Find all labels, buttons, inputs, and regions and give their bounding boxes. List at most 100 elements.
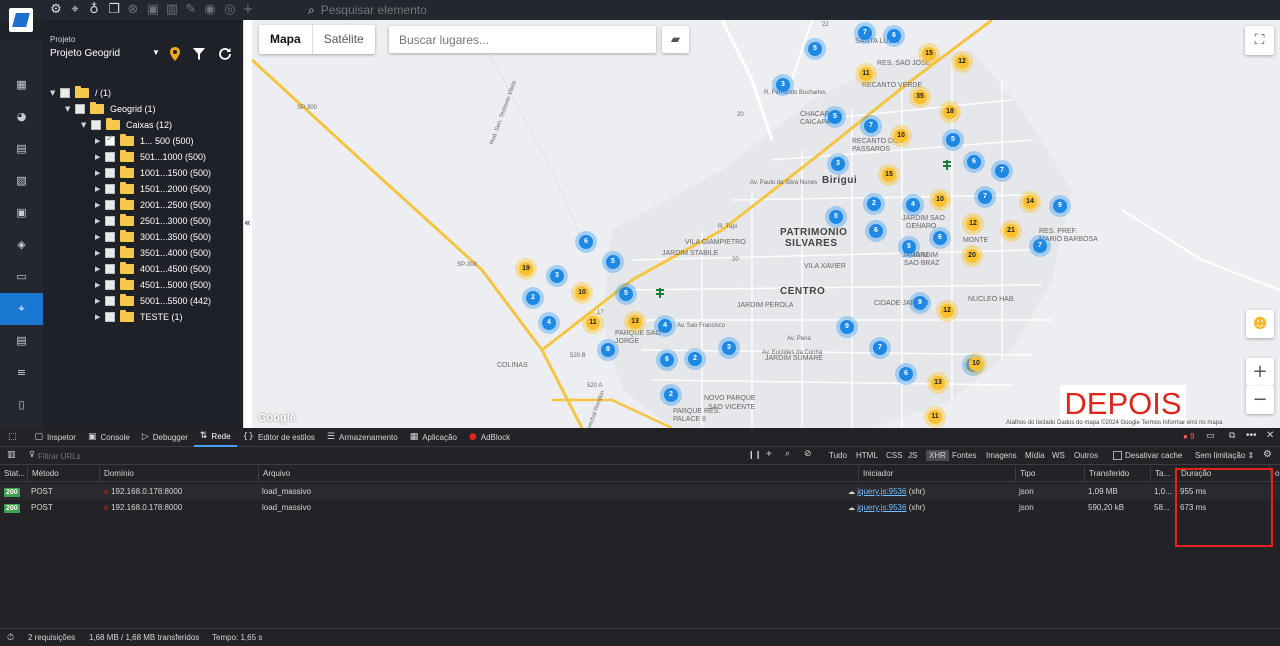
filter-imagens[interactable]: Imagens <box>986 451 1017 460</box>
expand-arrow-icon[interactable]: ▶ <box>95 233 105 241</box>
tab-rede[interactable]: ⇅ Rede <box>193 428 237 447</box>
zoom-out-button[interactable]: − <box>1246 386 1274 414</box>
filter-urls-input[interactable] <box>38 449 338 463</box>
gear-icon[interactable]: ⚙ <box>48 2 64 18</box>
cluster-marker[interactable]: 35 <box>909 86 931 108</box>
tab-satelite[interactable]: Satélite <box>313 25 375 54</box>
tree-checkbox[interactable] <box>105 134 115 146</box>
tree-checkbox[interactable] <box>105 264 115 274</box>
cluster-marker[interactable]: 7 <box>854 22 876 44</box>
expand-arrow-icon[interactable]: ▶ <box>95 313 105 321</box>
cluster-marker[interactable]: 5 <box>804 38 826 60</box>
tree-checkbox[interactable] <box>105 296 115 306</box>
plus-icon[interactable]: + <box>766 449 772 460</box>
error-badge[interactable]: ● 9 <box>1183 432 1195 441</box>
cluster-marker[interactable]: 6 <box>865 220 887 242</box>
tree-node[interactable]: ▶ 2501...3000 (500) <box>95 213 211 229</box>
cluster-marker[interactable]: 21 <box>1000 220 1022 242</box>
server-icon[interactable]: ≡ <box>0 357 43 389</box>
more-options-icon[interactable]: ••• <box>1246 430 1257 441</box>
gear-icon[interactable]: ⚙ <box>1263 449 1272 460</box>
tree-node[interactable]: ▶ 4501...5000 (500) <box>95 277 211 293</box>
cluster-marker[interactable]: 9 <box>836 316 858 338</box>
cluster-marker[interactable]: 12 <box>962 213 984 235</box>
cluster-marker[interactable]: 6 <box>895 363 917 385</box>
cluster-marker[interactable]: 7 <box>1029 235 1051 257</box>
filter-tudo[interactable]: Tudo <box>829 451 847 460</box>
calendar-icon[interactable]: ▣ <box>0 197 43 229</box>
tab-adblock[interactable]: ● AdBlock <box>463 428 516 447</box>
tree-node[interactable]: ▼ Geogrid (1) <box>65 101 156 117</box>
pause-icon[interactable]: ❙❙ <box>748 450 761 459</box>
tree-node[interactable]: ▶ 2001...2500 (500) <box>95 197 211 213</box>
tree-node[interactable]: ▼ Caixas (12) <box>81 117 172 133</box>
expand-arrow-icon[interactable]: ▶ <box>95 169 105 177</box>
location-icon[interactable]: ⌖ <box>0 293 43 325</box>
map-pin-icon[interactable]: ⌖ <box>67 2 83 18</box>
collapse-panel-button[interactable]: « <box>243 20 252 428</box>
cluster-marker[interactable]: 2 <box>522 287 544 309</box>
cluster-marker[interactable]: 18 <box>939 101 961 123</box>
tree-checkbox[interactable] <box>75 104 85 114</box>
tree-checkbox[interactable] <box>60 88 70 98</box>
cluster-marker[interactable]: 10 <box>929 189 951 211</box>
cluster-marker[interactable]: 4 <box>538 312 560 334</box>
folder-add-icon[interactable]: ▣ <box>145 2 161 18</box>
expand-arrow-icon[interactable]: ▼ <box>50 89 60 97</box>
target-icon[interactable]: ◎ <box>222 2 238 18</box>
tree-node[interactable]: ▶ 3501...4000 (500) <box>95 245 211 261</box>
filter-css[interactable]: CSS <box>886 451 902 460</box>
column-header[interactable]: Método <box>27 466 99 482</box>
cluster-marker[interactable]: 4 <box>654 315 676 337</box>
element-search-input[interactable] <box>320 3 521 17</box>
caret-down-icon[interactable]: ▼ <box>152 48 160 57</box>
cluster-marker[interactable]: 5 <box>825 206 847 228</box>
tree-node[interactable]: ▶ 501...1000 (500) <box>95 149 206 165</box>
column-header[interactable]: Iniciador <box>858 466 1015 482</box>
tree-node[interactable]: ▶ 1001...1500 (500) <box>95 165 211 181</box>
close-devtools-icon[interactable]: ✕ <box>1266 430 1274 441</box>
expand-arrow-icon[interactable]: ▶ <box>95 265 105 273</box>
dashboard-icon[interactable]: ▦ <box>0 69 43 101</box>
trash-icon[interactable]: ▥ <box>164 2 180 18</box>
tree-checkbox[interactable] <box>105 232 115 242</box>
contact-icon[interactable]: ▤ <box>0 133 43 165</box>
cluster-marker[interactable]: 7 <box>974 186 996 208</box>
cluster-marker[interactable]: 5 <box>615 283 637 305</box>
cluster-marker[interactable]: 11 <box>582 312 604 334</box>
filter-fontes[interactable]: Fontes <box>952 451 976 460</box>
cluster-marker[interactable]: 13 <box>927 372 949 394</box>
map-pin-icon[interactable] <box>168 46 182 62</box>
filter-mídia[interactable]: Mídia <box>1025 451 1045 460</box>
cluster-marker[interactable]: 9 <box>1049 195 1071 217</box>
cluster-marker[interactable]: 6 <box>883 25 905 47</box>
cluster-marker[interactable]: 20 <box>961 245 983 267</box>
close-circle-icon[interactable]: ⊗ <box>125 2 141 18</box>
cluster-marker[interactable]: 4 <box>902 194 924 216</box>
cluster-marker[interactable]: 10 <box>571 282 593 304</box>
plus-icon[interactable]: + <box>240 2 256 18</box>
tree-checkbox[interactable] <box>105 280 115 290</box>
tab-armazenamento[interactable]: ☰ Armazenamento <box>321 428 404 447</box>
cluster-marker[interactable]: 3 <box>827 153 849 175</box>
cluster-marker[interactable]: 10 <box>965 353 987 375</box>
throttle-select[interactable]: Sem limitação ⇕ <box>1195 451 1254 460</box>
file-icon[interactable]: ▯ <box>0 389 43 421</box>
expand-arrow-icon[interactable]: ▶ <box>95 185 105 193</box>
tree-checkbox[interactable] <box>105 152 115 162</box>
layout-icon[interactable]: ▧ <box>0 165 43 197</box>
copy-icon[interactable]: ❐ <box>106 2 122 18</box>
cluster-marker[interactable]: 7 <box>991 160 1013 182</box>
tree-node[interactable]: ▶ 5001...5500 (442) <box>95 293 211 309</box>
cluster-marker[interactable]: 8 <box>597 339 619 361</box>
cluster-marker[interactable]: 15 <box>878 164 900 186</box>
tree-node[interactable]: ▶ 1... 500 (500) <box>95 133 194 149</box>
cluster-marker[interactable]: 5 <box>898 236 920 258</box>
tree-checkbox[interactable] <box>105 200 115 210</box>
refresh-icon[interactable] <box>218 47 232 61</box>
filter-outros[interactable]: Outros <box>1074 451 1098 460</box>
filter-ws[interactable]: WS <box>1052 451 1065 460</box>
cluster-marker[interactable]: 5 <box>824 106 846 128</box>
column-header[interactable]: Stat... <box>0 466 27 482</box>
lightbulb-icon[interactable]: ♁ <box>86 2 102 18</box>
